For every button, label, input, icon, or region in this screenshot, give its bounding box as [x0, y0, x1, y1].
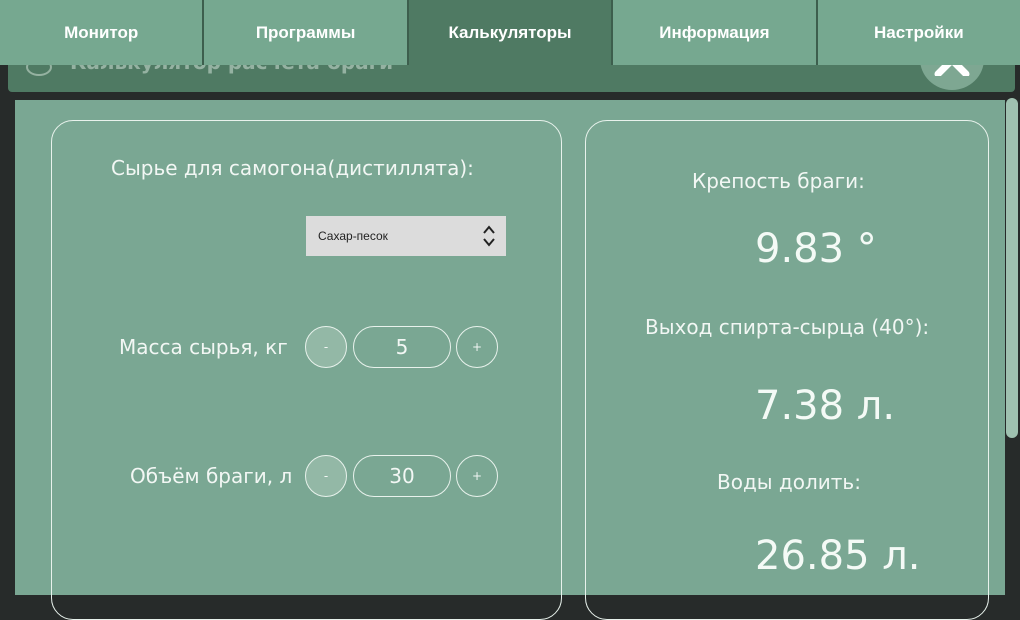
- scrollbar[interactable]: [1006, 98, 1018, 438]
- mass-label: Масса сырья, кг: [119, 335, 288, 359]
- volume-minus-button[interactable]: -: [305, 455, 347, 497]
- yield-value: 7.38 л.: [755, 383, 896, 429]
- yield-label: Выход спирта-сырца (40°):: [645, 315, 930, 339]
- input-card: [51, 120, 562, 620]
- water-value: 26.85 л.: [755, 533, 921, 579]
- strength-value: 9.83 °: [755, 226, 877, 272]
- mass-input[interactable]: 5: [353, 326, 451, 368]
- tab-settings[interactable]: Настройки: [818, 0, 1020, 65]
- volume-label: Объём браги, л: [130, 464, 293, 488]
- raw-material-value: Сахар-песок: [318, 229, 388, 243]
- mass-minus-button[interactable]: -: [305, 326, 347, 368]
- volume-input[interactable]: 30: [353, 455, 451, 497]
- tab-monitor[interactable]: Монитор: [0, 0, 205, 65]
- raw-material-label: Сырье для самогона(дистиллята):: [111, 156, 474, 180]
- volume-plus-button[interactable]: +: [456, 455, 498, 497]
- raw-material-select[interactable]: Сахар-песок: [306, 216, 506, 256]
- strength-label: Крепость браги:: [692, 169, 865, 193]
- tab-calculators[interactable]: Калькуляторы: [408, 0, 614, 65]
- water-label: Воды долить:: [717, 470, 861, 494]
- mass-plus-button[interactable]: +: [456, 326, 498, 368]
- select-arrows-icon: [483, 225, 495, 247]
- main-tabs: Монитор Программы Калькуляторы Информаци…: [0, 0, 1020, 65]
- tab-information[interactable]: Информация: [613, 0, 818, 65]
- tab-programs[interactable]: Программы: [204, 0, 409, 65]
